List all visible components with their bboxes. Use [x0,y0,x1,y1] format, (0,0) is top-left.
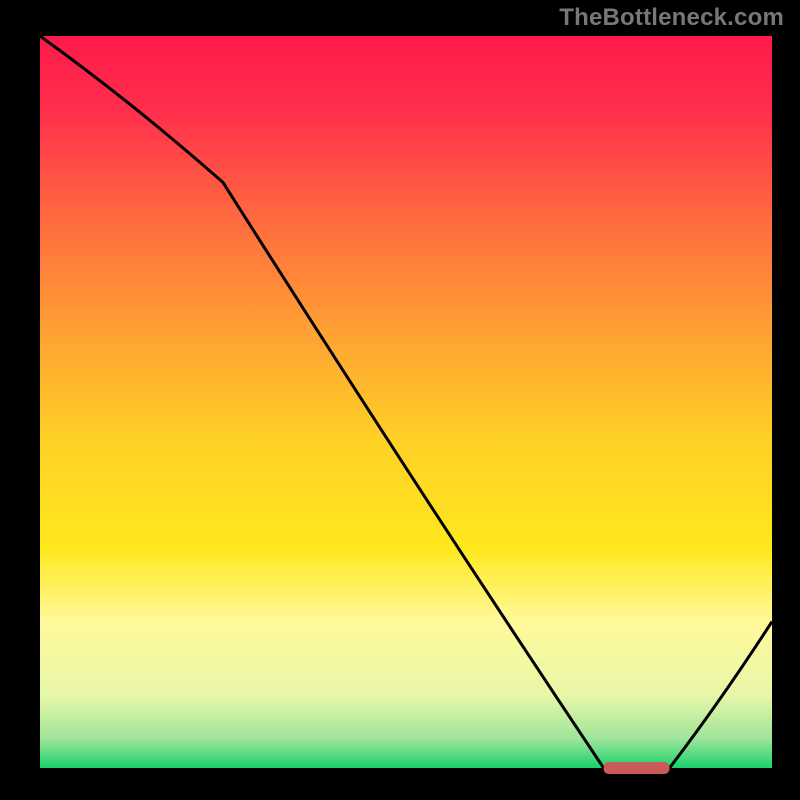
optimal-range-marker [604,762,670,774]
chart-container: TheBottleneck.com [0,0,800,800]
watermark-text: TheBottleneck.com [559,4,784,32]
bottleneck-chart [0,0,800,800]
plot-background [40,36,772,768]
